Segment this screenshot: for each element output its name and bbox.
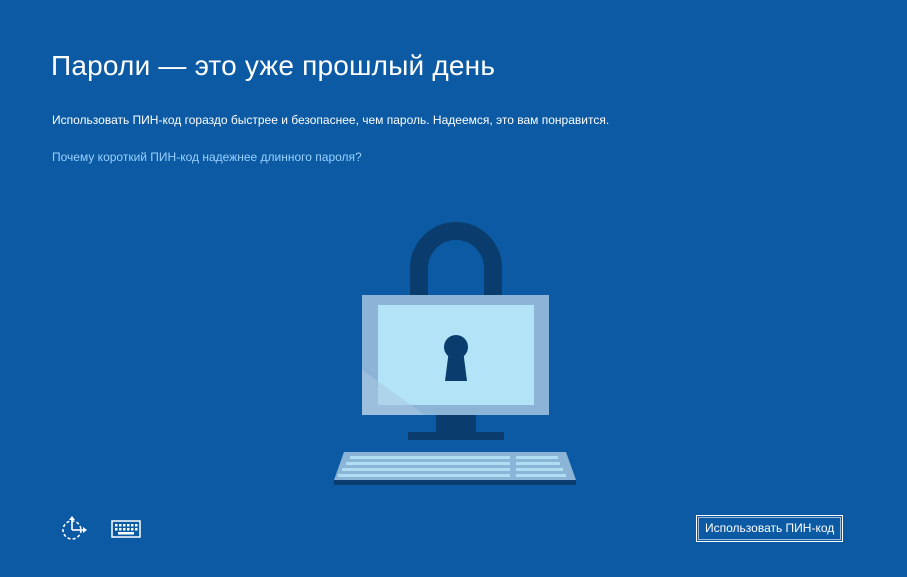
ease-of-access-icon[interactable] (58, 515, 90, 543)
locked-computer-illustration (334, 222, 576, 485)
setup-screen: Пароли — это уже прошлый день Использова… (0, 0, 907, 577)
page-title: Пароли — это уже прошлый день (51, 50, 496, 81)
monitor-base (408, 432, 504, 440)
on-screen-keyboard-icon[interactable] (110, 515, 142, 543)
why-pin-link[interactable]: Почему короткий ПИН-код надежнее длинног… (52, 149, 362, 165)
use-pin-button[interactable]: Использовать ПИН-код (696, 515, 844, 542)
monitor-neck (436, 415, 476, 432)
page-description: Использовать ПИН-код гораздо быстрее и б… (52, 113, 610, 127)
padlock-shackle (410, 222, 502, 300)
